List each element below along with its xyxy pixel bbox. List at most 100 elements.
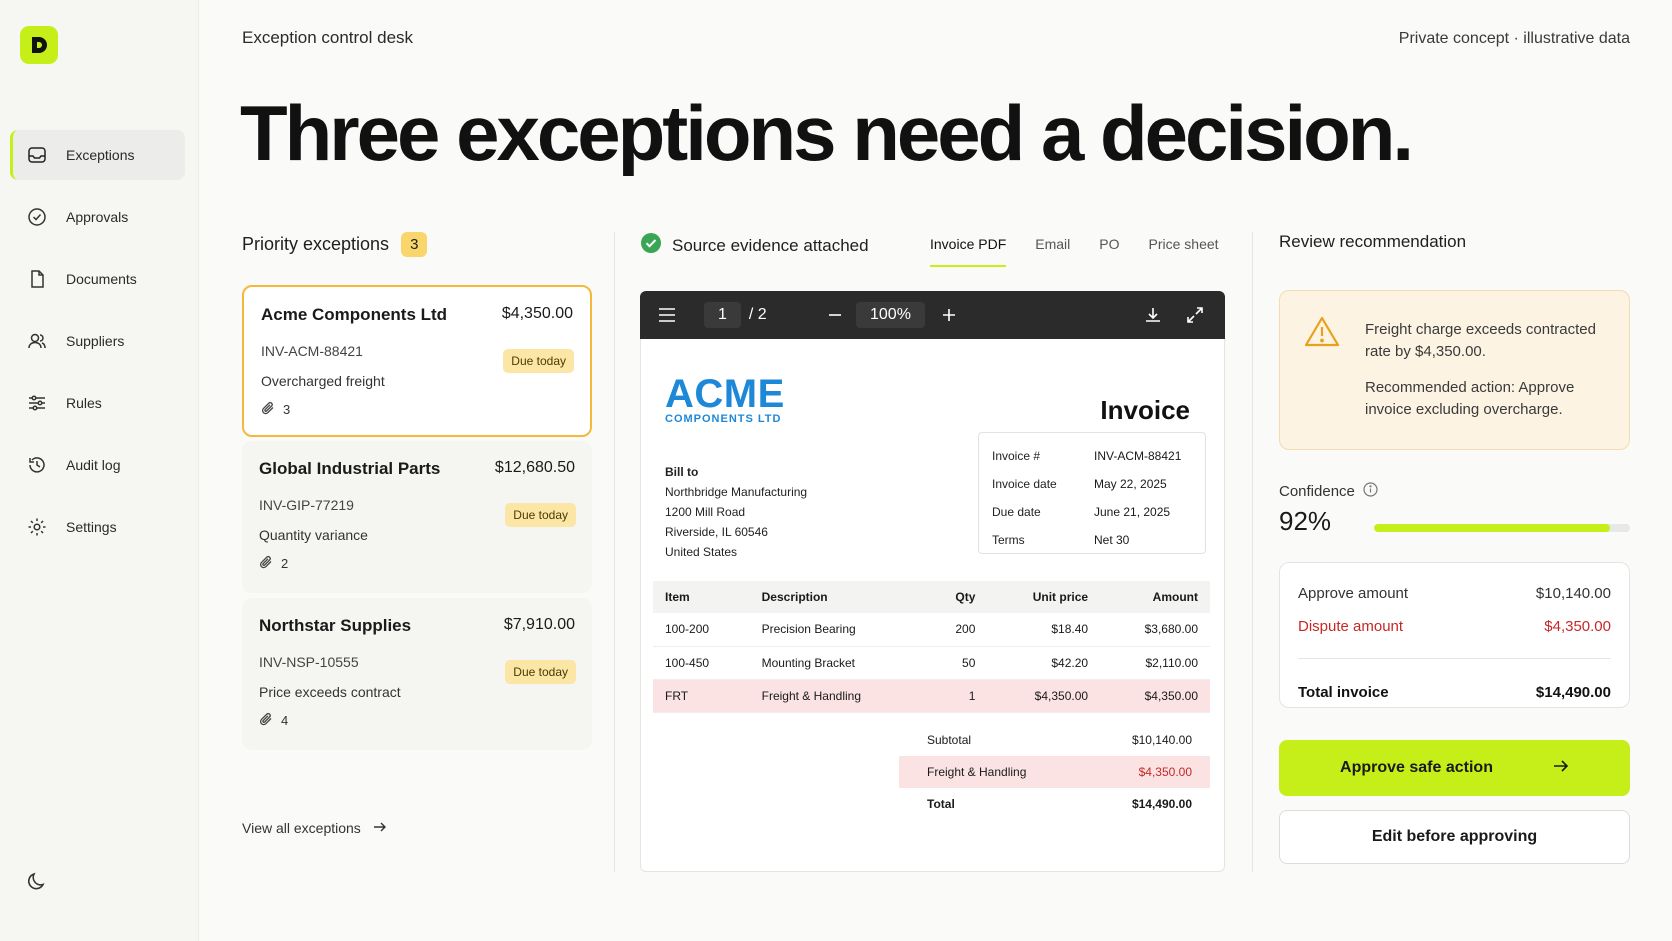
sidebar-item-label: Exceptions bbox=[66, 147, 135, 163]
due-badge: Due today bbox=[505, 503, 576, 527]
bill-to-line: 1200 Mill Road bbox=[665, 505, 746, 519]
column-header: Amount bbox=[1100, 581, 1210, 613]
page-number-input[interactable]: 1 bbox=[704, 302, 741, 328]
attachment-count: 2 bbox=[259, 555, 575, 572]
due-badge: Due today bbox=[505, 660, 576, 684]
amount-key: Approve amount bbox=[1298, 585, 1409, 602]
moon-icon[interactable] bbox=[26, 870, 48, 897]
total-key: Freight & Handling bbox=[927, 765, 1027, 779]
concept-note: Private concept · illustrative data bbox=[1398, 30, 1630, 47]
exception-card-acme[interactable]: Acme Components Ltd $4,350.00 INV-ACM-88… bbox=[242, 285, 592, 437]
tab-po[interactable]: PO bbox=[1099, 236, 1119, 267]
inbox-icon bbox=[26, 144, 48, 166]
cell-item: FRT bbox=[653, 679, 750, 713]
cell-description: Precision Bearing bbox=[749, 613, 925, 647]
tab-email[interactable]: Email bbox=[1035, 236, 1070, 267]
approve-button-label: Approve safe action bbox=[1340, 759, 1493, 776]
table-row-highlighted: FRT Freight & Handling 1 $4,350.00 $4,35… bbox=[653, 679, 1210, 713]
sidebar-item-documents[interactable]: Documents bbox=[10, 254, 185, 304]
column-header: Unit price bbox=[987, 581, 1101, 613]
total-key: Total bbox=[927, 797, 955, 811]
vendor-logo-subtext: COMPONENTS LTD bbox=[665, 413, 782, 425]
zoom-in-icon[interactable] bbox=[942, 291, 956, 339]
sidebar-item-suppliers[interactable]: Suppliers bbox=[10, 316, 185, 366]
column-divider bbox=[1252, 232, 1253, 872]
evidence-title: Source evidence attached bbox=[672, 235, 869, 255]
cell-unit-price: $4,350.00 bbox=[987, 679, 1101, 713]
exception-supplier: Northstar Supplies bbox=[259, 616, 412, 635]
arrow-right-icon bbox=[373, 820, 387, 836]
menu-icon[interactable] bbox=[658, 291, 676, 339]
approve-safe-action-button[interactable]: Approve safe action bbox=[1279, 740, 1630, 796]
sidebar-item-exceptions[interactable]: Exceptions bbox=[10, 130, 185, 180]
sidebar-item-label: Suppliers bbox=[66, 333, 125, 349]
sidebar-item-label: Settings bbox=[66, 519, 117, 535]
exception-card-global[interactable]: Global Industrial Parts $12,680.50 INV-G… bbox=[242, 441, 592, 593]
attachment-count-value: 3 bbox=[283, 402, 291, 417]
attachment-count: 3 bbox=[261, 401, 573, 418]
paperclip-icon bbox=[259, 712, 273, 729]
view-all-exceptions-link[interactable]: View all exceptions bbox=[242, 820, 387, 836]
page-indicator: 1 / 2 bbox=[704, 291, 767, 339]
invoice-meta-box: Invoice # INV-ACM-88421 Invoice date May 2… bbox=[978, 432, 1206, 554]
exception-reason: Overcharged freight bbox=[261, 373, 385, 389]
cell-qty: 200 bbox=[924, 613, 988, 647]
page-context-title: Exception control desk bbox=[242, 28, 414, 47]
cell-unit-price: $18.40 bbox=[987, 613, 1101, 647]
users-icon bbox=[26, 330, 48, 352]
column-divider bbox=[614, 232, 615, 872]
sidebar-item-settings[interactable]: Settings bbox=[10, 502, 185, 552]
total-key: Subtotal bbox=[927, 733, 972, 747]
exception-card-northstar[interactable]: Northstar Supplies $7,910.00 INV-NSP-105… bbox=[242, 598, 592, 750]
cell-description: Freight & Handling bbox=[749, 679, 925, 713]
sidebar-item-rules[interactable]: Rules bbox=[10, 378, 185, 428]
approve-amount-row: Approve amount $10,140.00 bbox=[1298, 577, 1611, 610]
evidence-header: Source evidence attached bbox=[640, 232, 869, 259]
sidebar-item-audit-log[interactable]: Audit log bbox=[10, 440, 185, 490]
meta-key: Invoice # bbox=[992, 449, 1041, 463]
priority-exceptions-header: Priority exceptions 3 bbox=[242, 232, 592, 257]
alert-finding: Freight charge exceeds contracted rate b… bbox=[1365, 321, 1596, 360]
confidence-label: Confidence bbox=[1279, 483, 1355, 500]
logo-d-icon bbox=[32, 37, 47, 53]
attachment-count: 4 bbox=[259, 712, 575, 729]
cell-unit-price: $42.20 bbox=[987, 646, 1101, 680]
meta-row: Due date June 21, 2025 bbox=[992, 498, 1192, 526]
exception-reason: Quantity variance bbox=[259, 527, 368, 543]
fullscreen-icon[interactable] bbox=[1186, 291, 1204, 339]
confidence-bar bbox=[1374, 524, 1630, 532]
cell-item: 100-450 bbox=[653, 646, 750, 680]
history-icon bbox=[26, 454, 48, 476]
app-logo[interactable] bbox=[20, 26, 58, 64]
total-value: $10,140.00 bbox=[1131, 733, 1192, 747]
meta-value: INV-ACM-88421 bbox=[1094, 449, 1182, 463]
cell-item: 100-200 bbox=[653, 613, 750, 647]
zoom-out-icon[interactable] bbox=[828, 291, 842, 339]
table-row: 100-200 Precision Bearing 200 $18.40 $3,… bbox=[653, 613, 1210, 647]
document-icon bbox=[26, 268, 48, 290]
download-icon[interactable] bbox=[1144, 291, 1162, 339]
cell-amount: $2,110.00 bbox=[1100, 646, 1210, 680]
exception-supplier: Global Industrial Parts bbox=[259, 459, 441, 478]
bill-to-block: Bill to Northbridge Manufacturing 1200 M… bbox=[665, 462, 807, 562]
warning-icon bbox=[1304, 315, 1340, 354]
exception-amount: $4,350.00 bbox=[501, 305, 573, 322]
amount-value: $4,350.00 bbox=[1544, 618, 1611, 635]
bill-to-label: Bill to bbox=[665, 465, 699, 479]
table-header-row: Item Description Qty Unit price Amount bbox=[653, 581, 1210, 613]
line-items-table: Item Description Qty Unit price Amount 1… bbox=[653, 581, 1210, 713]
info-icon[interactable] bbox=[1363, 482, 1378, 501]
tab-invoice-pdf[interactable]: Invoice PDF bbox=[930, 236, 1007, 267]
tab-price-sheet[interactable]: Price sheet bbox=[1149, 236, 1219, 267]
sidebar: Exceptions Approvals Documents Suppliers… bbox=[0, 0, 199, 941]
amount-summary-card: Approve amount $10,140.00 Dispute amount $… bbox=[1279, 562, 1630, 708]
sidebar-item-approvals[interactable]: Approvals bbox=[10, 192, 185, 242]
sidebar-item-label: Rules bbox=[66, 395, 102, 411]
review-title: Review recommendation bbox=[1279, 232, 1467, 251]
exception-amount: $7,910.00 bbox=[503, 616, 575, 633]
edit-before-approving-button[interactable]: Edit before approving bbox=[1279, 810, 1630, 864]
amount-value: $14,490.00 bbox=[1535, 684, 1611, 701]
bill-to-line: Northbridge Manufacturing bbox=[665, 485, 808, 499]
alert-recommended-action: Recommended action: Approve invoice excl… bbox=[1365, 379, 1575, 418]
meta-key: Invoice date bbox=[992, 477, 1057, 491]
